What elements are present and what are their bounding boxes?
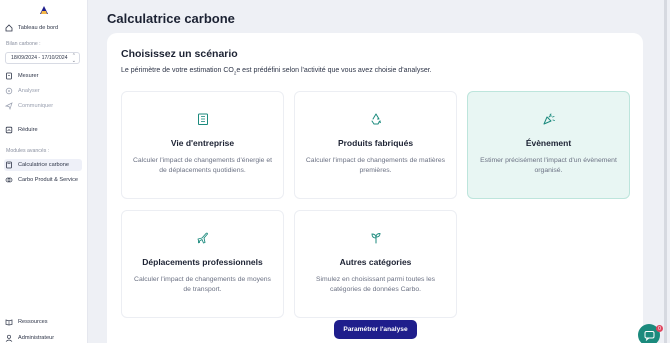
scenario-card-deplacements[interactable]: Déplacements professionnels Calculer l'i… — [121, 210, 284, 318]
sidebar-item-communiquer[interactable]: Communiquer — [5, 100, 53, 112]
product-icon — [5, 176, 13, 184]
sidebar-item-dashboard[interactable]: Tableau de bord — [5, 22, 58, 34]
sidebar-item-label: Administrateur — [18, 335, 55, 341]
card-description: Estimer précisément l'impact d'un évènem… — [480, 157, 617, 174]
sidebar-item-label: Mesurer — [18, 73, 39, 79]
sidebar-item-administrateur[interactable]: Administrateur — [5, 332, 54, 343]
sidebar-item-label: Tableau de bord — [18, 25, 59, 31]
scenario-card-evenement[interactable]: Évènement Estimer précisément l'impact d… — [467, 91, 630, 199]
send-icon — [5, 102, 13, 110]
scenario-card-autres-categories[interactable]: Autres catégories Simulez en choisissant… — [294, 210, 457, 318]
user-icon — [5, 334, 13, 342]
scenario-card-vie-entreprise[interactable]: Vie d'entreprise Calculer l'impact de ch… — [121, 91, 284, 199]
parametrer-analyse-button[interactable]: Paramétrer l'analyse — [334, 320, 417, 339]
home-icon — [5, 24, 13, 32]
plane-icon — [197, 232, 208, 244]
sidebar-item-ressources[interactable]: Ressources — [5, 316, 48, 328]
party-popper-icon — [543, 113, 555, 125]
sidebar-item-carbo-produit[interactable]: Carbo Produit & Service — [5, 174, 78, 186]
card-title: Évènement — [525, 138, 572, 148]
page-title: Calculatrice carbone — [107, 11, 235, 26]
sidebar-item-label: Réduire — [18, 127, 38, 133]
sidebar-item-label: Ressources — [18, 319, 48, 325]
bilan-period-value: 18/09/2024 - 17/10/2024 — [11, 55, 68, 61]
scenario-card-produits-fabriques[interactable]: Produits fabriqués Calculer l'impact de … — [294, 91, 457, 199]
sidebar-item-analyser[interactable]: Analyser — [5, 85, 40, 97]
panel-title: Choisissez un scénario — [121, 48, 238, 60]
card-description: Calculer l'impact de changements d'énerg… — [133, 157, 272, 174]
bilan-label: Bilan carbone : — [6, 41, 41, 47]
card-description: Simulez en choisissant parmi toutes les … — [316, 276, 435, 293]
sidebar-item-label: Communiquer — [18, 103, 54, 109]
card-title: Déplacements professionnels — [142, 257, 263, 267]
book-icon — [5, 318, 13, 326]
sidebar-item-calculatrice[interactable]: Calculatrice carbone — [4, 159, 82, 171]
recycle-icon — [371, 113, 381, 125]
sidebar-item-reduire[interactable]: Réduire — [5, 124, 38, 136]
advanced-modules-label: Modules avancés : — [6, 148, 50, 154]
sprout-icon — [371, 233, 380, 244]
reduce-icon — [5, 126, 13, 134]
analyze-icon — [5, 87, 13, 95]
sidebar: Tableau de bord Bilan carbone : 18/09/20… — [0, 0, 88, 343]
sidebar-item-label: Analyser — [18, 88, 40, 94]
sidebar-item-label: Carbo Produit & Service — [18, 177, 79, 183]
chat-icon — [644, 330, 654, 341]
card-title: Vie d'entreprise — [170, 138, 235, 148]
sidebar-item-label: Calculatrice carbone — [18, 162, 69, 168]
page-scrollbar[interactable] — [664, 0, 667, 343]
panel-description: Le périmètre de votre estimation CO2e es… — [121, 67, 432, 76]
card-description: Calculer l'impact de changements de moye… — [134, 276, 271, 293]
card-description: Calculer l'impact de changements de mati… — [305, 157, 446, 174]
card-title: Autres catégories — [339, 257, 412, 267]
sidebar-item-mesurer[interactable]: Mesurer — [5, 70, 39, 82]
notification-badge: 0 — [656, 325, 663, 332]
bilan-period-select[interactable]: 18/09/2024 - 17/10/2024 ⌃ ⌄ — [5, 52, 80, 64]
calculator-icon — [5, 161, 13, 169]
carbo-logo[interactable] — [38, 4, 50, 16]
clipboard-icon — [5, 72, 13, 80]
building-icon — [197, 113, 208, 125]
chevron-up-down-icon: ⌃ ⌄ — [71, 53, 76, 64]
card-title: Produits fabriqués — [337, 138, 414, 148]
